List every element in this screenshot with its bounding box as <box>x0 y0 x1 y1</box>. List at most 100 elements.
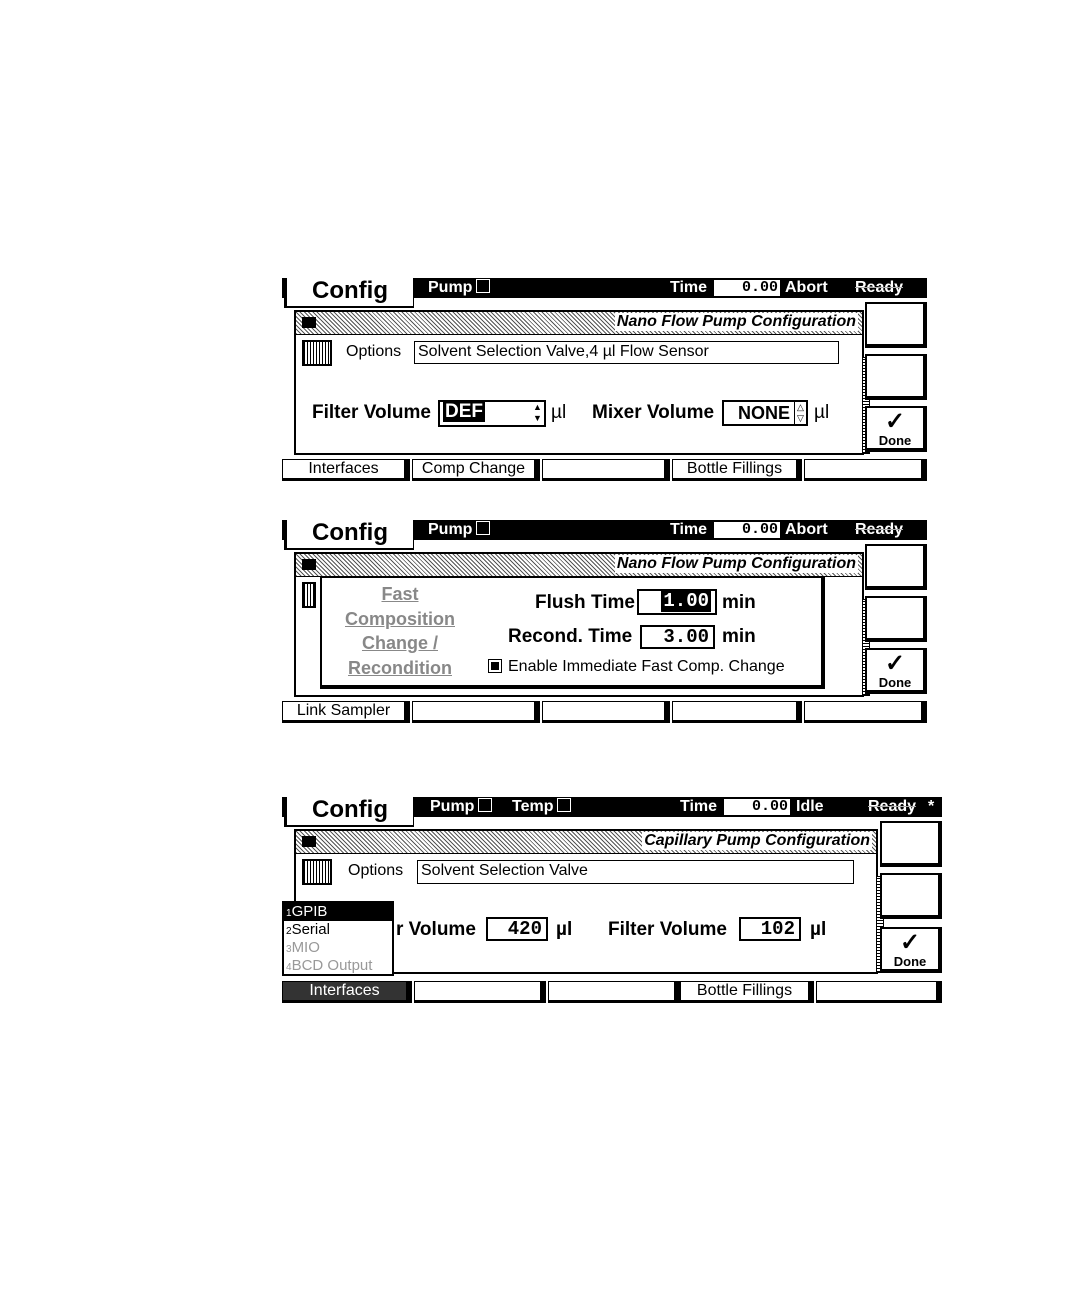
blank-button-3[interactable] <box>542 701 670 723</box>
blank-button-5[interactable] <box>816 981 942 1003</box>
recond-time-label: Recond. Time <box>508 626 633 647</box>
blank-button-3[interactable] <box>542 459 670 481</box>
panel-title: Capillary Pump Configuration <box>642 832 872 850</box>
mixer-unit: µl <box>556 919 573 940</box>
mixer-volume-input[interactable]: 420 <box>486 917 548 941</box>
run-state: Abort <box>785 279 828 296</box>
config-screen-2: Pump Time 0.00 Abort Ready Config Nano F… <box>282 520 927 724</box>
panel-title: Nano Flow Pump Configuration <box>614 555 858 573</box>
pump-checkbox-icon <box>476 521 491 535</box>
enable-fast-comp-checkbox[interactable]: Enable Immediate Fast Comp. Change <box>488 658 785 676</box>
interfaces-button[interactable]: Interfaces <box>282 459 410 481</box>
list-item-mio[interactable]: 3MIO <box>284 939 392 957</box>
blank-button-5[interactable] <box>804 701 927 723</box>
filter-unit: µl <box>551 402 567 423</box>
options-field[interactable]: Solvent Selection Valve <box>417 860 854 884</box>
comp-change-button[interactable]: Comp Change <box>412 459 540 481</box>
options-label: Options <box>346 343 402 360</box>
heading-line: Composition <box>345 608 455 629</box>
ready-status: Ready <box>868 798 917 815</box>
blank-button-3[interactable] <box>548 981 680 1003</box>
config-tab[interactable]: Config <box>284 278 414 308</box>
temp-checkbox-icon <box>557 798 572 812</box>
mixer-volume-label: Mixer Volume <box>592 402 715 423</box>
checkmark-icon: ✓ <box>884 650 906 677</box>
bottle-fillings-button[interactable]: Bottle Fillings <box>680 981 814 1003</box>
panel-titlebar: Capillary Pump Configuration <box>296 831 876 854</box>
pump-checkbox-icon <box>476 279 491 293</box>
run-state: Idle <box>796 798 824 815</box>
filter-unit: µl <box>810 919 827 940</box>
panel-title: Nano Flow Pump Configuration <box>614 313 858 331</box>
blank-button-2[interactable] <box>412 701 540 723</box>
dialog-heading: Fast Composition Change / Recondition <box>340 582 460 680</box>
done-label: Done <box>893 954 927 969</box>
options-label: Options <box>348 862 404 879</box>
bottles-icon <box>302 582 316 608</box>
softkey-2[interactable] <box>880 873 942 919</box>
list-item-serial[interactable]: 2Serial <box>284 921 392 939</box>
window-menu-icon[interactable] <box>302 836 316 847</box>
list-item-gpib[interactable]: 1GPIB <box>284 903 392 921</box>
config-tab[interactable]: Config <box>284 520 414 550</box>
interfaces-button[interactable]: Interfaces <box>282 981 412 1003</box>
pump-status: Pump <box>428 520 491 540</box>
recond-time-input[interactable]: 3.00 <box>640 625 715 649</box>
time-value: 0.00 <box>714 522 780 538</box>
bottom-button-bar: Interfaces Bottle Fillings <box>282 981 942 1003</box>
softkey-1[interactable] <box>880 821 942 867</box>
options-field[interactable]: Solvent Selection Valve,4 µl Flow Sensor <box>414 341 839 364</box>
checkmark-icon: ✓ <box>899 929 921 956</box>
blank-button-2[interactable] <box>414 981 546 1003</box>
config-screen-3: Pump Temp Time 0.00 Idle Ready * Config … <box>282 797 942 1003</box>
filter-volume-input[interactable]: 102 <box>739 917 801 941</box>
heading-line: Recondition <box>348 657 452 678</box>
window-menu-icon[interactable] <box>302 559 316 570</box>
done-button[interactable]: ✓ Done <box>880 927 942 973</box>
recond-time-unit: min <box>722 626 756 647</box>
time-value: 0.00 <box>724 799 790 815</box>
blank-button-4[interactable] <box>672 701 802 723</box>
pump-status: Pump <box>430 797 493 817</box>
spin-arrows-icon[interactable]: ▲ ▼ <box>532 402 543 424</box>
star-indicator: * <box>928 798 935 815</box>
bottles-icon <box>302 859 332 885</box>
mixer-volume-label: r Volume <box>396 919 476 940</box>
filter-volume-select[interactable]: DEF <box>438 400 546 427</box>
config-screen-1: Pump Time 0.00 Abort Ready Config Nano F… <box>282 278 927 482</box>
panel-titlebar: Nano Flow Pump Configuration <box>296 554 862 577</box>
time-label: Time <box>670 521 708 538</box>
config-tab[interactable]: Config <box>284 797 414 827</box>
bottle-fillings-button[interactable]: Bottle Fillings <box>672 459 802 481</box>
done-button[interactable]: ✓ Done <box>865 648 927 694</box>
filter-volume-label: Filter Volume <box>608 919 727 940</box>
softkey-1[interactable] <box>865 302 927 348</box>
list-item-bcd-output[interactable]: 4BCD Output <box>284 957 392 975</box>
pump-status: Pump <box>428 278 491 298</box>
done-label: Done <box>878 675 912 690</box>
temp-status: Temp <box>512 797 572 817</box>
link-sampler-button[interactable]: Link Sampler <box>282 701 410 723</box>
heading-line: Change / <box>361 633 438 653</box>
run-state: Abort <box>785 521 828 538</box>
mixer-unit: µl <box>814 402 830 423</box>
interfaces-dropdown-list: 1GPIB 2Serial 3MIO 4BCD Output <box>282 901 394 976</box>
spin-arrows-icon[interactable]: △ ▽ <box>794 401 807 425</box>
checkbox-icon <box>488 659 502 673</box>
bottom-button-bar: Link Sampler <box>282 701 927 723</box>
filter-volume-label: Filter Volume <box>312 402 431 423</box>
flush-time-input[interactable]: 1.00 <box>637 589 717 615</box>
bottles-icon <box>302 340 332 366</box>
softkey-1[interactable] <box>865 544 927 590</box>
window-menu-icon[interactable] <box>302 317 316 328</box>
pump-checkbox-icon <box>478 798 493 812</box>
time-label: Time <box>670 279 708 296</box>
fast-comp-change-dialog: Fast Composition Change / Recondition Fl… <box>320 576 825 689</box>
time-value: 0.00 <box>714 280 780 296</box>
blank-button-5[interactable] <box>804 459 927 481</box>
softkey-2[interactable] <box>865 354 927 400</box>
softkey-2[interactable] <box>865 596 927 642</box>
panel-titlebar: Nano Flow Pump Configuration <box>296 312 862 335</box>
done-button[interactable]: ✓ Done <box>865 406 927 452</box>
bottom-button-bar: Interfaces Comp Change Bottle Fillings <box>282 459 927 481</box>
